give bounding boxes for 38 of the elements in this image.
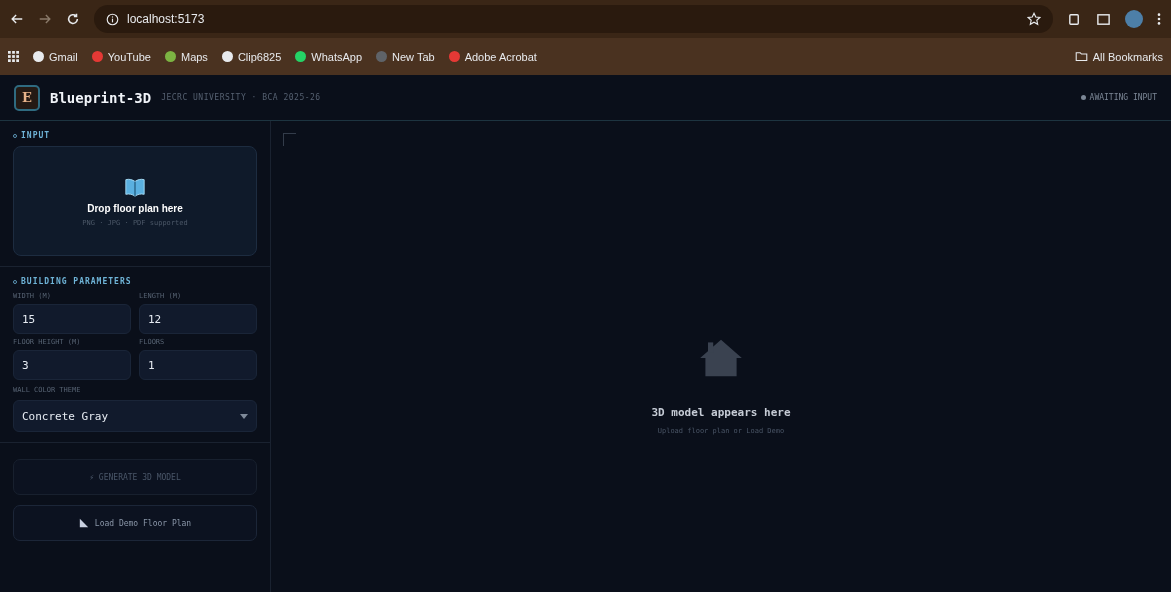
select-field[interactable]: Concrete Gray xyxy=(13,400,257,432)
demo-button[interactable]: Load Demo Floor Plan xyxy=(13,505,257,541)
info-icon xyxy=(106,12,119,26)
back-icon[interactable] xyxy=(10,12,24,26)
input-field[interactable]: 12 xyxy=(139,304,257,334)
bookmark-item[interactable]: Clip6825 xyxy=(221,50,282,63)
app-subtitle: JECRC UNIVERSITY · BCA 2025-26 xyxy=(161,93,321,102)
dropzone-title: Drop floor plan here xyxy=(87,202,183,214)
section-heading: BUILDING PARAMETERS xyxy=(21,277,132,286)
address-bar[interactable]: localhost:5173 xyxy=(94,5,1053,33)
ruler-icon xyxy=(78,518,89,528)
section-heading: INPUT xyxy=(21,131,51,140)
bookmark-item[interactable]: Maps xyxy=(164,50,208,63)
bookmark-item[interactable]: New Tab xyxy=(376,50,435,63)
profile-avatar[interactable] xyxy=(1125,10,1143,28)
status-dot xyxy=(1080,95,1086,100)
all-bookmarks-button[interactable]: All Bookmarks xyxy=(1074,50,1163,63)
input-field[interactable]: 1 xyxy=(139,350,257,380)
viewport-title: 3D model appears here xyxy=(651,406,791,419)
caret-icon xyxy=(240,413,248,419)
input-field[interactable]: 3 xyxy=(13,350,131,380)
bookmark-item[interactable]: Adobe Acrobat xyxy=(448,50,537,63)
forward-icon[interactable] xyxy=(38,12,52,26)
bookmark-item[interactable]: Gmail xyxy=(33,50,78,63)
status-indicator: AWAITING INPUT xyxy=(1089,93,1157,102)
bookmark-item[interactable]: WhatsApp xyxy=(295,50,363,63)
menu-icon[interactable] xyxy=(1157,12,1161,26)
folder-icon xyxy=(1074,50,1088,63)
input-field[interactable]: 15 xyxy=(13,304,131,334)
url-text: localhost:5173 xyxy=(127,12,206,26)
logo-badge: E xyxy=(14,84,40,111)
reload-icon[interactable] xyxy=(66,12,80,26)
bookmark-item[interactable]: YouTube xyxy=(91,50,151,63)
bullet-icon xyxy=(13,133,17,138)
bookmark-star-icon[interactable] xyxy=(1027,12,1041,26)
app-title: Blueprint-3D xyxy=(50,89,152,106)
apps-icon[interactable] xyxy=(8,51,19,62)
bullet-icon xyxy=(13,279,17,284)
